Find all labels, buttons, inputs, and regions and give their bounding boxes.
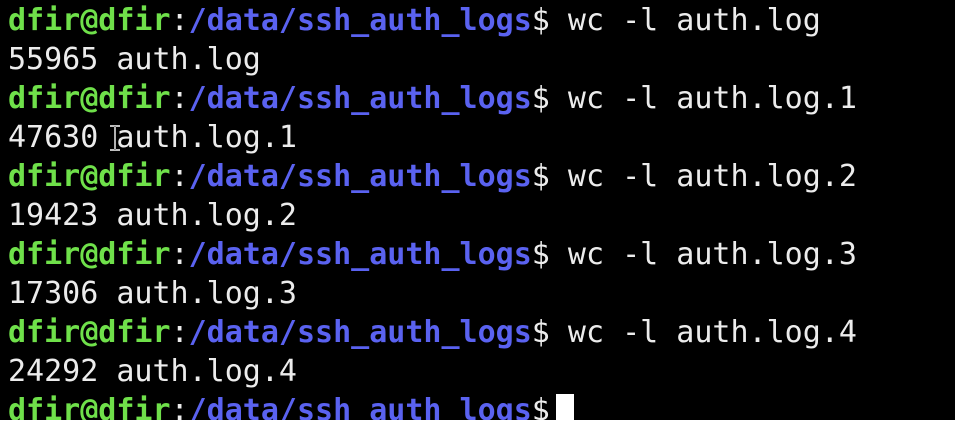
block-cursor	[555, 393, 574, 420]
command-text: wc -l auth.log.3	[567, 237, 857, 272]
prompt-line: dfir@dfir:/data/ssh_auth_logs$ wc -l aut…	[8, 313, 955, 352]
prompt-separator: :	[170, 159, 189, 194]
prompt-path: /data/ssh_auth_logs	[188, 315, 532, 350]
prompt-path: /data/ssh_auth_logs	[188, 3, 532, 38]
prompt-symbol: $	[531, 237, 568, 272]
prompt-separator: :	[170, 237, 189, 272]
terminal-window[interactable]: dfir@dfir:/data/ssh_auth_logs$ wc -l aut…	[0, 0, 955, 420]
prompt-user-host: dfir@dfir	[8, 159, 171, 194]
output-line: 17306 auth.log.3	[8, 274, 955, 313]
prompt-user-host: dfir@dfir	[8, 315, 171, 350]
command-text: wc -l auth.log.4	[567, 315, 857, 350]
prompt-separator: :	[170, 315, 189, 350]
prompt-line: dfir@dfir:/data/ssh_auth_logs$ wc -l aut…	[8, 1, 955, 40]
prompt-line: dfir@dfir:/data/ssh_auth_logs$ wc -l aut…	[8, 157, 955, 196]
output-line: 55965 auth.log	[8, 40, 955, 79]
output-text: 55965 auth.log	[8, 42, 261, 77]
prompt-symbol: $	[531, 3, 568, 38]
prompt-user-host: dfir@dfir	[8, 81, 171, 116]
output-line: 47630 auth.log.1	[8, 118, 955, 157]
prompt-path: /data/ssh_auth_logs	[188, 159, 532, 194]
prompt-line: dfir@dfir:/data/ssh_auth_logs$ wc -l aut…	[8, 79, 955, 118]
command-text: wc -l auth.log.1	[567, 81, 857, 116]
prompt-symbol: $	[531, 393, 550, 420]
prompt-symbol: $	[531, 159, 568, 194]
output-text: 17306 auth.log.3	[8, 276, 297, 311]
prompt-user-host: dfir@dfir	[8, 3, 171, 38]
prompt-separator: :	[170, 3, 189, 38]
prompt-path: /data/ssh_auth_logs	[188, 393, 532, 420]
prompt-user-host: dfir@dfir	[8, 237, 171, 272]
command-text: wc -l auth.log	[567, 3, 821, 38]
text-ibeam-icon	[108, 124, 122, 152]
prompt-separator: :	[170, 81, 189, 116]
prompt-separator: :	[170, 393, 189, 420]
prompt-user-host: dfir@dfir	[8, 393, 171, 420]
output-line: 24292 auth.log.4	[8, 352, 955, 391]
command-text: wc -l auth.log.2	[567, 159, 857, 194]
prompt-path: /data/ssh_auth_logs	[188, 237, 532, 272]
output-text: 24292 auth.log.4	[8, 354, 297, 389]
prompt-symbol: $	[531, 81, 568, 116]
output-line: 19423 auth.log.2	[8, 196, 955, 235]
prompt-symbol: $	[531, 315, 568, 350]
prompt-path: /data/ssh_auth_logs	[188, 81, 532, 116]
output-text: 19423 auth.log.2	[8, 198, 297, 233]
prompt-line: dfir@dfir:/data/ssh_auth_logs$ wc -l aut…	[8, 235, 955, 274]
output-text: 47630 auth.log.1	[8, 120, 297, 155]
prompt-line[interactable]: dfir@dfir:/data/ssh_auth_logs$	[8, 391, 955, 420]
